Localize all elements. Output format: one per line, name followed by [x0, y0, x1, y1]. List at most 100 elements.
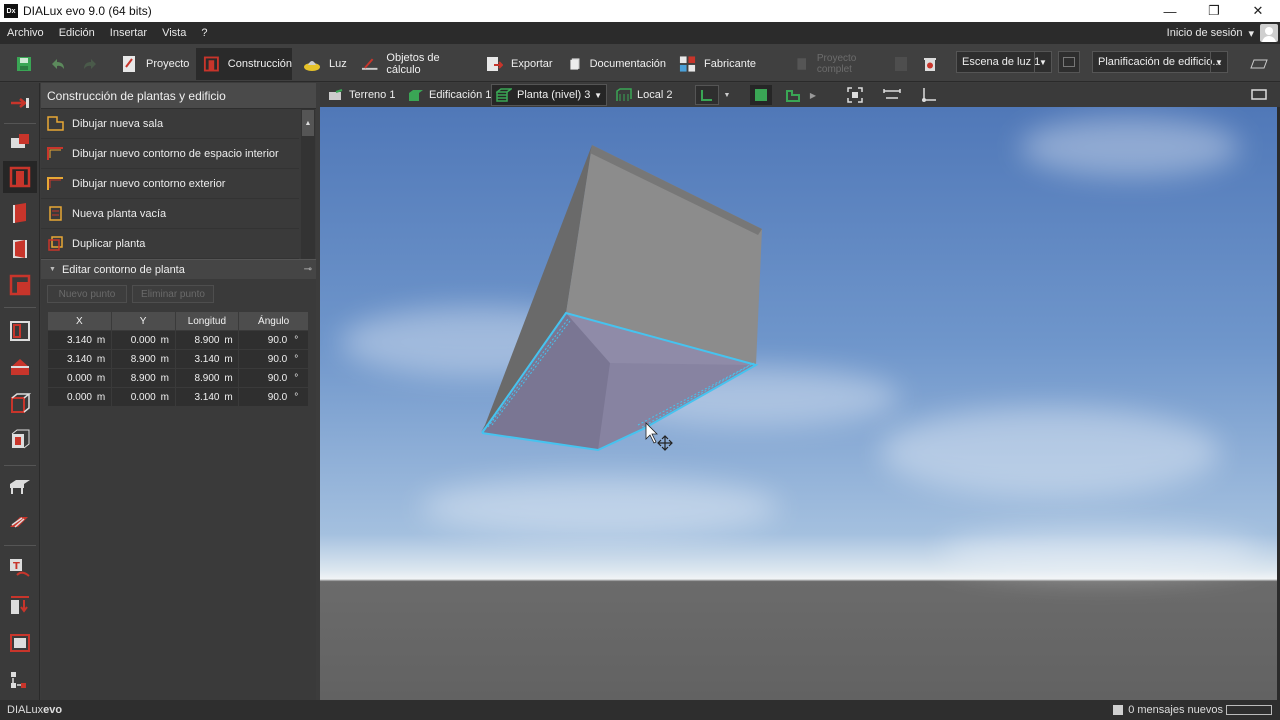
light-scene-dropdown[interactable]: Escena de luz 1 ▼ [956, 51, 1052, 73]
tab-exportar[interactable]: Exportar [482, 48, 554, 80]
x-cell[interactable]: 0.000 m [47, 387, 112, 407]
tool-text-button[interactable]: T [3, 553, 37, 585]
close-button[interactable]: ✕ [1236, 0, 1280, 22]
restore-button[interactable]: ❐ [1192, 0, 1236, 22]
tool-align-button[interactable] [3, 589, 37, 621]
solid-view-button[interactable] [750, 85, 772, 105]
tool-building-button[interactable] [3, 161, 37, 193]
calc-project-button[interactable]: Proyecto complet [788, 48, 888, 80]
draw-exterior-contour-command[interactable]: Dibujar nuevo contorno exterior [41, 169, 299, 199]
command-label: Dibujar nuevo contorno de espacio interi… [72, 147, 279, 160]
tab-construccion[interactable]: Construcción [196, 48, 292, 80]
tool-roof-button[interactable] [3, 351, 37, 383]
building-model[interactable] [320, 107, 1277, 700]
floor-slab-icon [10, 480, 30, 494]
y-cell[interactable]: 0.000 m [110, 387, 176, 407]
redo-button[interactable] [76, 48, 104, 80]
light-scene-settings-button[interactable] [1058, 51, 1080, 73]
move-cursor-icon [657, 435, 673, 451]
measure-vertical-button[interactable] [918, 85, 940, 105]
table-row[interactable]: 0.000 m 8.900 m 8.900 m 90.0 ° [47, 368, 309, 388]
tool-wall-button[interactable] [3, 197, 37, 229]
x-cell[interactable]: 3.140 m [47, 330, 112, 350]
angle-cell[interactable]: 90.0 ° [238, 330, 309, 350]
login-dropdown[interactable]: Inicio de sesión ▾ [1167, 22, 1254, 44]
table-row[interactable]: 0.000 m 0.000 m 3.140 m 90.0 ° [47, 387, 309, 407]
tool-floor-button[interactable] [3, 471, 37, 503]
delete-point-button[interactable]: Eliminar punto [132, 285, 214, 303]
length-cell[interactable]: 3.140 m [174, 349, 240, 369]
duplicate-floor-icon [48, 236, 63, 251]
tool-cut-button[interactable] [3, 269, 37, 301]
scroll-up-icon[interactable]: ▲ [302, 110, 314, 136]
y-cell[interactable]: 8.900 m [110, 368, 176, 388]
plan-view-button[interactable] [1248, 48, 1270, 80]
menu-insertar[interactable]: Insertar [103, 27, 155, 39]
tab-objetos-calculo[interactable]: Objetos de cálculo [358, 48, 474, 80]
3d-viewport[interactable] [320, 107, 1277, 700]
angle-cell[interactable]: 90.0 ° [238, 349, 309, 369]
breadcrumb-terreno[interactable]: Terreno 1 [328, 84, 395, 106]
export-icon [487, 57, 503, 71]
pin-icon[interactable]: ⊸ [304, 264, 312, 275]
floor-level-dropdown[interactable]: Planta (nivel) 3 ▼ [491, 84, 607, 106]
angle-cell[interactable]: 90.0 ° [238, 387, 309, 407]
snap-mode-button[interactable] [695, 85, 719, 105]
tab-documentacion[interactable]: Documentación [566, 48, 666, 80]
table-row[interactable]: 3.140 m 0.000 m 8.900 m 90.0 ° [47, 330, 309, 350]
x-cell[interactable]: 3.140 m [47, 349, 112, 369]
messages-indicator[interactable]: 0 mensajes nuevos [1113, 704, 1223, 716]
y-cell[interactable]: 8.900 m [110, 349, 176, 369]
tool-door-button[interactable] [3, 233, 37, 265]
menu-help[interactable]: ? [194, 27, 215, 39]
tab-proyecto[interactable]: Proyecto [112, 48, 192, 80]
edit-contour-section-header[interactable]: ▼ Editar contorno de planta ⊸ [41, 259, 316, 279]
new-point-button[interactable]: Nuevo punto [47, 285, 127, 303]
fullscreen-button[interactable] [1248, 85, 1270, 105]
tool-room-button[interactable] [3, 125, 37, 157]
menu-edicion[interactable]: Edición [52, 27, 103, 39]
new-empty-floor-command[interactable]: Nueva planta vacía [41, 199, 299, 229]
command-label: Duplicar planta [72, 237, 146, 250]
breadcrumb-edificacion[interactable]: Edificación 1 [408, 84, 491, 106]
tool-window-button[interactable] [3, 315, 37, 347]
draw-room-command[interactable]: Dibujar nueva sala [41, 109, 299, 139]
undo-button[interactable] [44, 48, 72, 80]
measure-horizontal-button[interactable] [881, 85, 903, 105]
divider [4, 545, 36, 546]
table-row[interactable]: 3.140 m 8.900 m 3.140 m 90.0 ° [47, 349, 309, 369]
breadcrumb-local[interactable]: Local 2 [616, 84, 672, 106]
chevron-down-icon[interactable]: ▼ [720, 85, 734, 105]
x-cell[interactable]: 0.000 m [47, 368, 112, 388]
tool-points-button[interactable] [3, 665, 37, 697]
frame-icon [10, 634, 30, 652]
tool-ceiling-button[interactable] [3, 423, 37, 455]
delete-results-button[interactable] [920, 48, 940, 80]
length-cell[interactable]: 8.900 m [174, 368, 240, 388]
menu-archivo[interactable]: Archivo [0, 27, 52, 39]
tool-box-button[interactable] [3, 387, 37, 419]
length-cell[interactable]: 3.140 m [174, 387, 240, 407]
menu-vista[interactable]: Vista [155, 27, 194, 39]
minimize-button[interactable]: — [1148, 0, 1192, 22]
view-mode-dropdown[interactable]: Planificación de edificio... ▼ [1092, 51, 1228, 73]
zoom-extents-button[interactable] [844, 85, 866, 105]
y-cell[interactable]: 0.000 m [110, 330, 176, 350]
tab-luz[interactable]: Luz [300, 48, 350, 80]
tab-fabricante[interactable]: Fabricante [676, 48, 756, 80]
user-avatar-icon[interactable] [1260, 24, 1278, 42]
length-cell[interactable]: 8.900 m [174, 330, 240, 350]
draw-interior-contour-command[interactable]: Dibujar nuevo contorno de espacio interi… [41, 139, 299, 169]
angle-cell[interactable]: 90.0 ° [238, 368, 309, 388]
tool-stairs-button[interactable] [3, 507, 37, 539]
construction-panel: Construcción de plantas y edificio Dibuj… [41, 83, 316, 700]
outline-view-button[interactable] [782, 85, 804, 105]
stop-calc-button[interactable] [892, 48, 910, 80]
save-button[interactable] [10, 48, 38, 80]
duplicate-floor-command[interactable]: Duplicar planta [41, 229, 299, 259]
tool-frame-button[interactable] [3, 627, 37, 659]
command-list-scrollbar[interactable]: ▲ [301, 109, 315, 259]
tool-import-button[interactable] [3, 87, 37, 119]
play-arrow-icon[interactable]: ▶ [807, 85, 819, 105]
axis-icon [922, 88, 936, 102]
